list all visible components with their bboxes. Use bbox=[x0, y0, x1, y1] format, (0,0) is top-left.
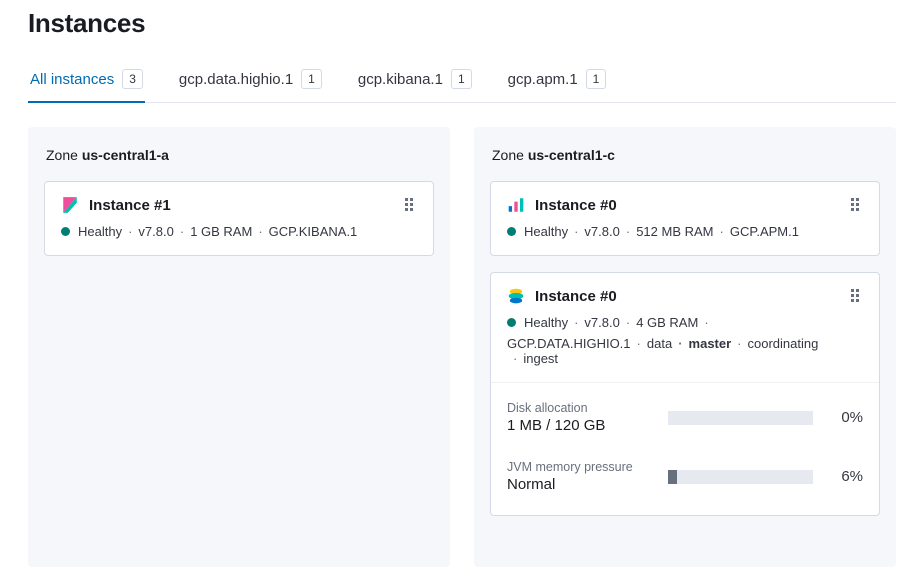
tab-data-highio[interactable]: gcp.data.highio.1 1 bbox=[177, 59, 324, 103]
menu-icon[interactable] bbox=[847, 288, 863, 304]
role-master: master bbox=[672, 336, 731, 351]
zones-container: Zone us-central1-a Instance #1 Healthy v… bbox=[28, 127, 896, 567]
page-title: Instances bbox=[28, 8, 896, 39]
zone-prefix: Zone bbox=[46, 147, 82, 163]
tab-badge: 1 bbox=[451, 69, 472, 89]
elastic-icon bbox=[507, 287, 525, 305]
instance-meta: Healthy v7.8.0 4 GB RAM bbox=[507, 315, 863, 330]
version-label: v7.8.0 bbox=[122, 224, 174, 239]
config-label: GCP.DATA.HIGHIO.1 bbox=[507, 336, 631, 351]
role-ingest: ingest bbox=[507, 351, 558, 366]
progress-bar bbox=[668, 470, 813, 484]
zone-name: us-central1-a bbox=[82, 147, 169, 163]
instance-meta: Healthy v7.8.0 1 GB RAM GCP.KIBANA.1 bbox=[61, 224, 417, 239]
progress-fill bbox=[668, 470, 677, 484]
health-label: Healthy bbox=[524, 224, 568, 239]
tab-apm[interactable]: gcp.apm.1 1 bbox=[506, 59, 609, 103]
role-coordinating: coordinating bbox=[731, 336, 818, 351]
progress-bar bbox=[668, 411, 813, 425]
zone-header: Zone us-central1-c bbox=[490, 143, 880, 163]
zone-panel: Zone us-central1-a Instance #1 Healthy v… bbox=[28, 127, 450, 567]
health-dot-icon bbox=[61, 227, 70, 236]
metric-disk: Disk allocation 1 MB / 120 GB 0% bbox=[507, 395, 863, 440]
metric-label: Disk allocation bbox=[507, 401, 652, 415]
tab-label: gcp.kibana.1 bbox=[358, 71, 443, 88]
ram-label: 1 GB RAM bbox=[174, 224, 252, 239]
instance-title: Instance #0 bbox=[535, 197, 837, 214]
health-label: Healthy bbox=[524, 315, 568, 330]
version-label: v7.8.0 bbox=[568, 315, 620, 330]
tab-label: gcp.apm.1 bbox=[508, 71, 578, 88]
instance-title: Instance #1 bbox=[89, 197, 391, 214]
metric-jvm: JVM memory pressure Normal 6% bbox=[507, 454, 863, 499]
ram-label: 4 GB RAM bbox=[620, 315, 698, 330]
health-dot-icon bbox=[507, 227, 516, 236]
config-label: GCP.APM.1 bbox=[714, 224, 799, 239]
instance-card: Instance #0 Healthy v7.8.0 512 MB RAM GC… bbox=[490, 181, 880, 256]
tab-all-instances[interactable]: All instances 3 bbox=[28, 59, 145, 103]
instance-card: Instance #1 Healthy v7.8.0 1 GB RAM GCP.… bbox=[44, 181, 434, 256]
health-label: Healthy bbox=[78, 224, 122, 239]
ram-label: 512 MB RAM bbox=[620, 224, 714, 239]
metric-pct: 0% bbox=[829, 409, 863, 426]
role-data: data bbox=[631, 336, 673, 351]
config-label: GCP.KIBANA.1 bbox=[252, 224, 357, 239]
health-dot-icon bbox=[507, 318, 516, 327]
instance-meta: Healthy v7.8.0 512 MB RAM GCP.APM.1 bbox=[507, 224, 863, 239]
zone-header: Zone us-central1-a bbox=[44, 143, 434, 163]
tab-badge: 1 bbox=[586, 69, 607, 89]
tab-badge: 3 bbox=[122, 69, 143, 89]
zone-panel: Zone us-central1-c Instance #0 Healthy v… bbox=[474, 127, 896, 567]
metric-pct: 6% bbox=[829, 468, 863, 485]
tab-kibana[interactable]: gcp.kibana.1 1 bbox=[356, 59, 474, 103]
metric-value: 1 MB / 120 GB bbox=[507, 417, 652, 434]
tab-label: All instances bbox=[30, 71, 114, 88]
trailing-sep bbox=[698, 315, 714, 330]
metric-label: JVM memory pressure bbox=[507, 460, 652, 474]
zone-prefix: Zone bbox=[492, 147, 528, 163]
kibana-icon bbox=[61, 196, 79, 214]
instance-title: Instance #0 bbox=[535, 288, 837, 305]
tab-badge: 1 bbox=[301, 69, 322, 89]
divider bbox=[491, 382, 879, 383]
tab-label: gcp.data.highio.1 bbox=[179, 71, 293, 88]
instance-card: Instance #0 Healthy v7.8.0 4 GB RAM GCP.… bbox=[490, 272, 880, 516]
apm-icon bbox=[507, 196, 525, 214]
zone-name: us-central1-c bbox=[528, 147, 615, 163]
version-label: v7.8.0 bbox=[568, 224, 620, 239]
instance-meta-roles: GCP.DATA.HIGHIO.1 data master coordinati… bbox=[507, 336, 863, 366]
metric-value: Normal bbox=[507, 476, 652, 493]
menu-icon[interactable] bbox=[847, 197, 863, 213]
tabs: All instances 3 gcp.data.highio.1 1 gcp.… bbox=[28, 59, 896, 103]
menu-icon[interactable] bbox=[401, 197, 417, 213]
